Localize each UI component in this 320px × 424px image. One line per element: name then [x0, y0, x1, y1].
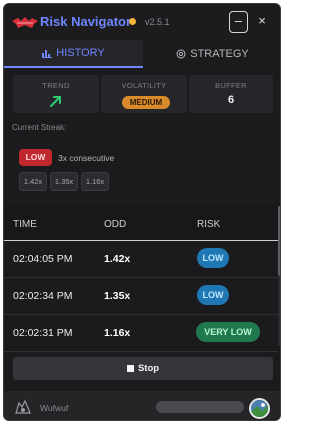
redacted-field: [156, 401, 244, 413]
volatility-label: VOLATILITY: [121, 81, 167, 90]
buffer-card: BUFFER 6: [189, 75, 273, 113]
target-icon: [176, 49, 186, 59]
app-window: Risk Navigator v2.5.1 – × HISTORY STRATE…: [3, 3, 281, 421]
version-label: v2.5.1: [145, 17, 170, 27]
row-odd: 1.42x: [104, 253, 131, 265]
streak-label: Current Streak:: [12, 123, 67, 132]
user-logo-icon: [15, 399, 31, 414]
column-header-time: TIME: [13, 219, 37, 230]
volatility-card: VOLATILITY MEDIUM: [101, 75, 187, 113]
buffer-value: 6: [227, 94, 235, 106]
status-indicator: [129, 18, 136, 25]
bar-chart-icon: [42, 49, 53, 58]
streak-chip: 1.16x: [81, 172, 109, 191]
table-header: TIME ODD RISK: [4, 206, 278, 241]
stop-button[interactable]: Stop: [13, 357, 273, 380]
bat-logo-icon: [12, 17, 38, 28]
app-title: Risk Navigator: [40, 14, 132, 29]
trend-label: TREND: [42, 81, 70, 90]
footer-username: Wufwuf: [40, 403, 69, 413]
row-odd: 1.35x: [104, 290, 131, 302]
streak-risk-badge: LOW: [19, 149, 52, 166]
row-time: 02:02:31 PM: [13, 327, 73, 339]
table-row: 02:02:34 PM 1.35x LOW: [4, 278, 278, 315]
title-bar: Risk Navigator v2.5.1 – ×: [4, 4, 280, 40]
close-button[interactable]: ×: [255, 13, 269, 29]
risk-badge: VERY LOW: [196, 322, 260, 342]
avatar-image-icon: [251, 400, 268, 417]
table-row: 02:04:05 PM 1.42x LOW: [4, 241, 278, 278]
streak-chip: 1.35x: [50, 172, 78, 191]
tab-history[interactable]: HISTORY: [4, 40, 143, 68]
tab-strategy[interactable]: STRATEGY: [143, 40, 280, 68]
avatar[interactable]: [249, 398, 270, 419]
row-time: 02:04:05 PM: [13, 253, 73, 265]
footer: Wufwuf: [4, 391, 280, 420]
risk-badge: LOW: [197, 248, 229, 268]
streak-count: 3x consecutive: [58, 153, 115, 163]
buffer-label: BUFFER: [215, 81, 247, 90]
column-header-odd: ODD: [104, 219, 127, 230]
row-odd: 1.16x: [104, 327, 131, 339]
arrow-up-right-icon: [50, 96, 61, 107]
trend-card: TREND: [13, 75, 99, 113]
tab-strategy-label: STRATEGY: [190, 48, 249, 60]
tab-history-label: HISTORY: [56, 47, 105, 59]
column-header-risk: RISK: [197, 219, 221, 230]
risk-badge: LOW: [197, 285, 229, 305]
row-time: 02:02:34 PM: [13, 290, 73, 302]
volatility-badge: MEDIUM: [122, 96, 170, 109]
stop-icon: [126, 365, 134, 372]
minimize-button[interactable]: –: [229, 11, 248, 33]
table-row: 02:02:31 PM 1.16x VERY LOW: [4, 315, 278, 352]
tab-bar: HISTORY STRATEGY: [4, 40, 280, 68]
streak-chip: 1.42x: [19, 172, 47, 191]
stop-button-label: Stop: [137, 363, 160, 374]
table-scrollbar[interactable]: [278, 206, 280, 346]
scrollbar-thumb[interactable]: [278, 206, 280, 276]
